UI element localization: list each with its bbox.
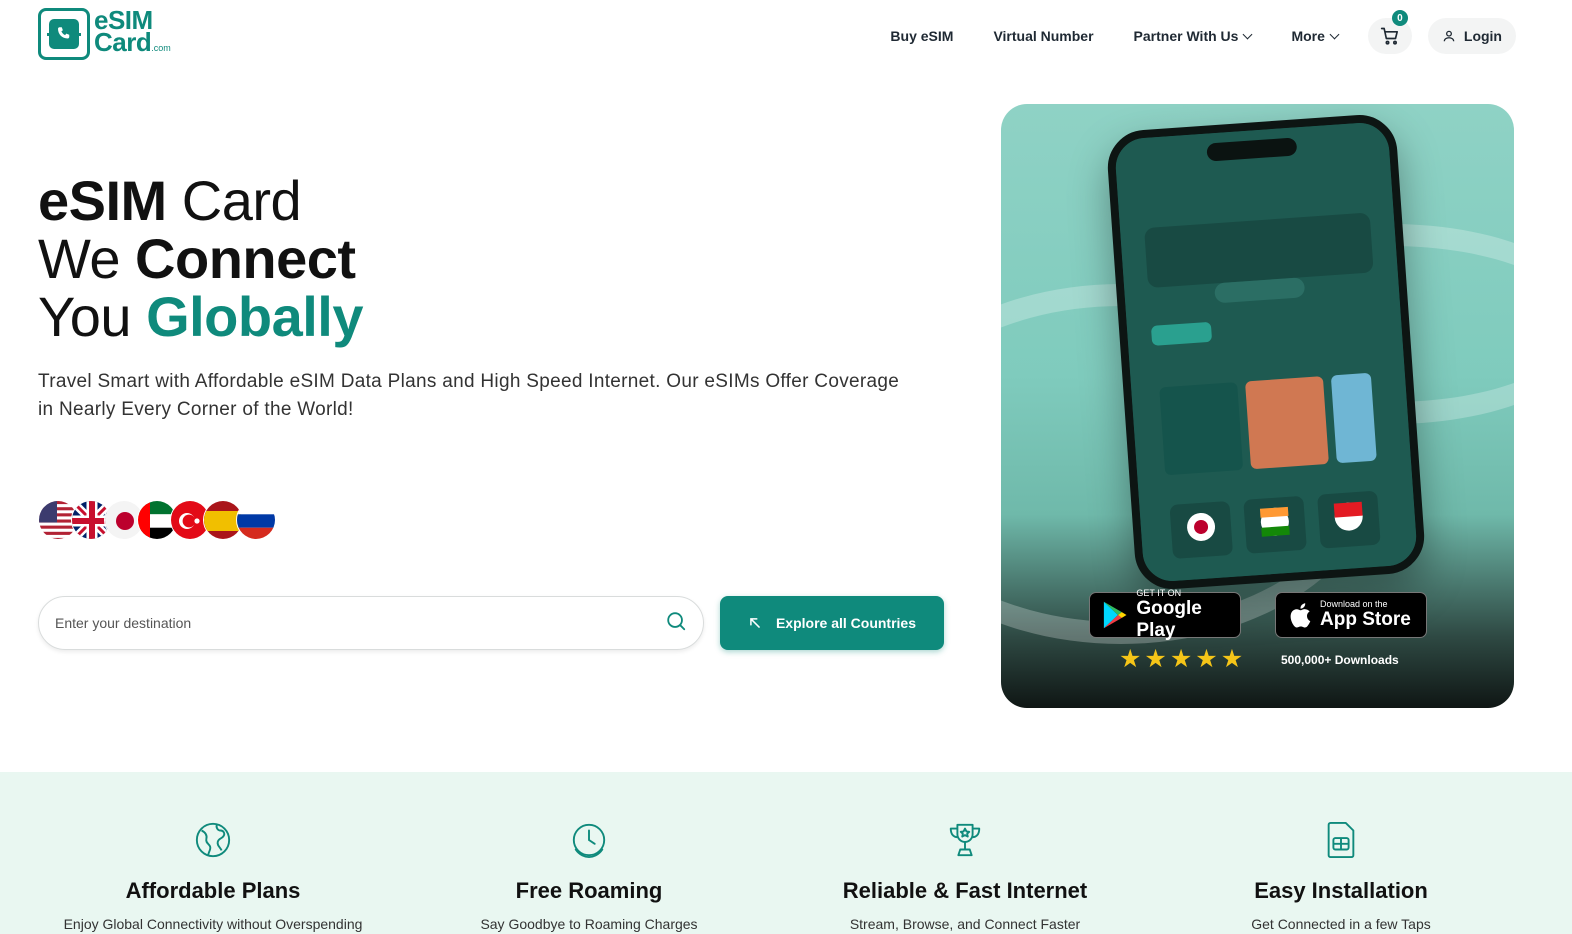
app-store-button[interactable]: Download on the App Store: [1275, 592, 1427, 638]
feature-desc: Say Goodbye to Roaming Charges: [480, 916, 698, 932]
feature-desc: Get Connected in a few Taps: [1251, 916, 1431, 932]
user-icon: [1442, 29, 1456, 43]
features-section: Affordable Plans Enjoy Global Connectivi…: [0, 772, 1572, 934]
hero-line1-rest: Card: [166, 169, 302, 232]
hero-subtitle: Travel Smart with Affordable eSIM Data P…: [38, 371, 900, 420]
feature-title: Reliable & Fast Internet: [842, 878, 1088, 903]
nav-label: More: [1291, 28, 1325, 44]
destination-search: [38, 596, 704, 650]
country-flags: [38, 500, 276, 540]
hero-line2-plain: We: [38, 227, 136, 290]
star-icon: ★: [1169, 645, 1193, 673]
feature-desc: Enjoy Global Connectivity without Oversp…: [63, 916, 363, 932]
star-icon: ★: [1119, 645, 1142, 673]
clock-icon: [569, 820, 609, 860]
hero-line1-bold: eSIM: [38, 169, 167, 232]
hero-title: eSIM Card We Connect You Globally: [38, 172, 363, 346]
logo-sub: Card: [94, 27, 152, 57]
hero-line3-plain: You: [38, 285, 147, 348]
google-play-big-text: Google Play: [1136, 598, 1202, 641]
feature-free-roaming: Free Roaming Say Goodbye to Roaming Char…: [409, 772, 769, 932]
feature-affordable-plans: Affordable Plans Enjoy Global Connectivi…: [33, 772, 393, 932]
globe-icon: [193, 820, 233, 860]
login-label: Login: [1463, 28, 1502, 44]
explore-countries-button[interactable]: Explore all Countries: [720, 596, 944, 650]
main-nav: Buy eSIM Virtual Number Partner With Us …: [890, 10, 1516, 54]
chevron-down-icon: [1329, 29, 1340, 39]
downloads-count: 500,000+ Downloads: [1281, 653, 1399, 667]
cart-icon: [1380, 27, 1398, 45]
google-play-icon: [1103, 601, 1127, 629]
russia-flag: [236, 500, 276, 540]
nav-buy-esim[interactable]: Buy eSIM: [890, 28, 953, 44]
nav-more[interactable]: More: [1291, 28, 1340, 44]
sim-card-icon: [1321, 820, 1361, 860]
nav-virtual-number[interactable]: Virtual Number: [993, 28, 1093, 44]
feature-title: Free Roaming: [515, 878, 663, 903]
arrow-up-left-icon: [748, 616, 762, 630]
destination-search-input[interactable]: [55, 615, 665, 631]
app-store-big-text: App Store: [1320, 609, 1411, 630]
cart-count-badge: 0: [1391, 10, 1408, 26]
explore-label: Explore all Countries: [775, 615, 917, 631]
rating-stars: ★ ★ ★ ★ ★: [1119, 644, 1246, 674]
logo-domain: .com: [151, 43, 171, 53]
star-icon: ★: [1220, 645, 1244, 673]
feature-desc: Stream, Browse, and Connect Faster: [849, 916, 1081, 932]
feature-reliable-internet: Reliable & Fast Internet Stream, Browse,…: [785, 772, 1145, 932]
google-play-button[interactable]: GET IT ON Google Play: [1089, 588, 1241, 641]
app-screen: [1115, 123, 1417, 581]
chip-phone-icon: [38, 8, 90, 60]
trophy-icon: [945, 820, 985, 860]
search-icon[interactable]: [665, 610, 687, 637]
hero-line3-green: Globally: [146, 285, 363, 348]
login-button[interactable]: Login: [1427, 18, 1516, 54]
nav-label: Partner With Us: [1133, 28, 1239, 44]
site-logo[interactable]: eSIM Card.com: [38, 7, 171, 60]
nav-label: Virtual Number: [993, 28, 1094, 44]
feature-title: Affordable Plans: [125, 878, 301, 903]
star-icon: ★: [1144, 645, 1167, 673]
nav-label: Buy eSIM: [890, 28, 954, 44]
logo-text: eSIM Card.com: [94, 7, 171, 59]
site-header: eSIM Card.com Buy eSIM Virtual Number Pa…: [0, 0, 1572, 74]
hero-line2-bold: Connect: [135, 227, 356, 290]
app-store-small-text: Download on the: [1320, 599, 1388, 609]
cart-button[interactable]: 0: [1367, 10, 1412, 54]
chevron-down-icon: [1242, 29, 1253, 39]
google-play-small-text: GET IT ON: [1136, 588, 1182, 598]
nav-partner-with-us[interactable]: Partner With Us: [1133, 28, 1253, 44]
apple-icon: [1290, 603, 1311, 628]
phone-mockup-image: [1105, 112, 1427, 592]
star-icon: ★: [1195, 645, 1218, 673]
store-badges: GET IT ON Google Play Download on the Ap…: [1089, 588, 1461, 641]
feature-title: Easy Installation: [1254, 878, 1428, 903]
feature-easy-installation: Easy Installation Get Connected in a few…: [1161, 772, 1521, 932]
app-promo-card: GET IT ON Google Play Download on the Ap…: [1001, 104, 1514, 708]
